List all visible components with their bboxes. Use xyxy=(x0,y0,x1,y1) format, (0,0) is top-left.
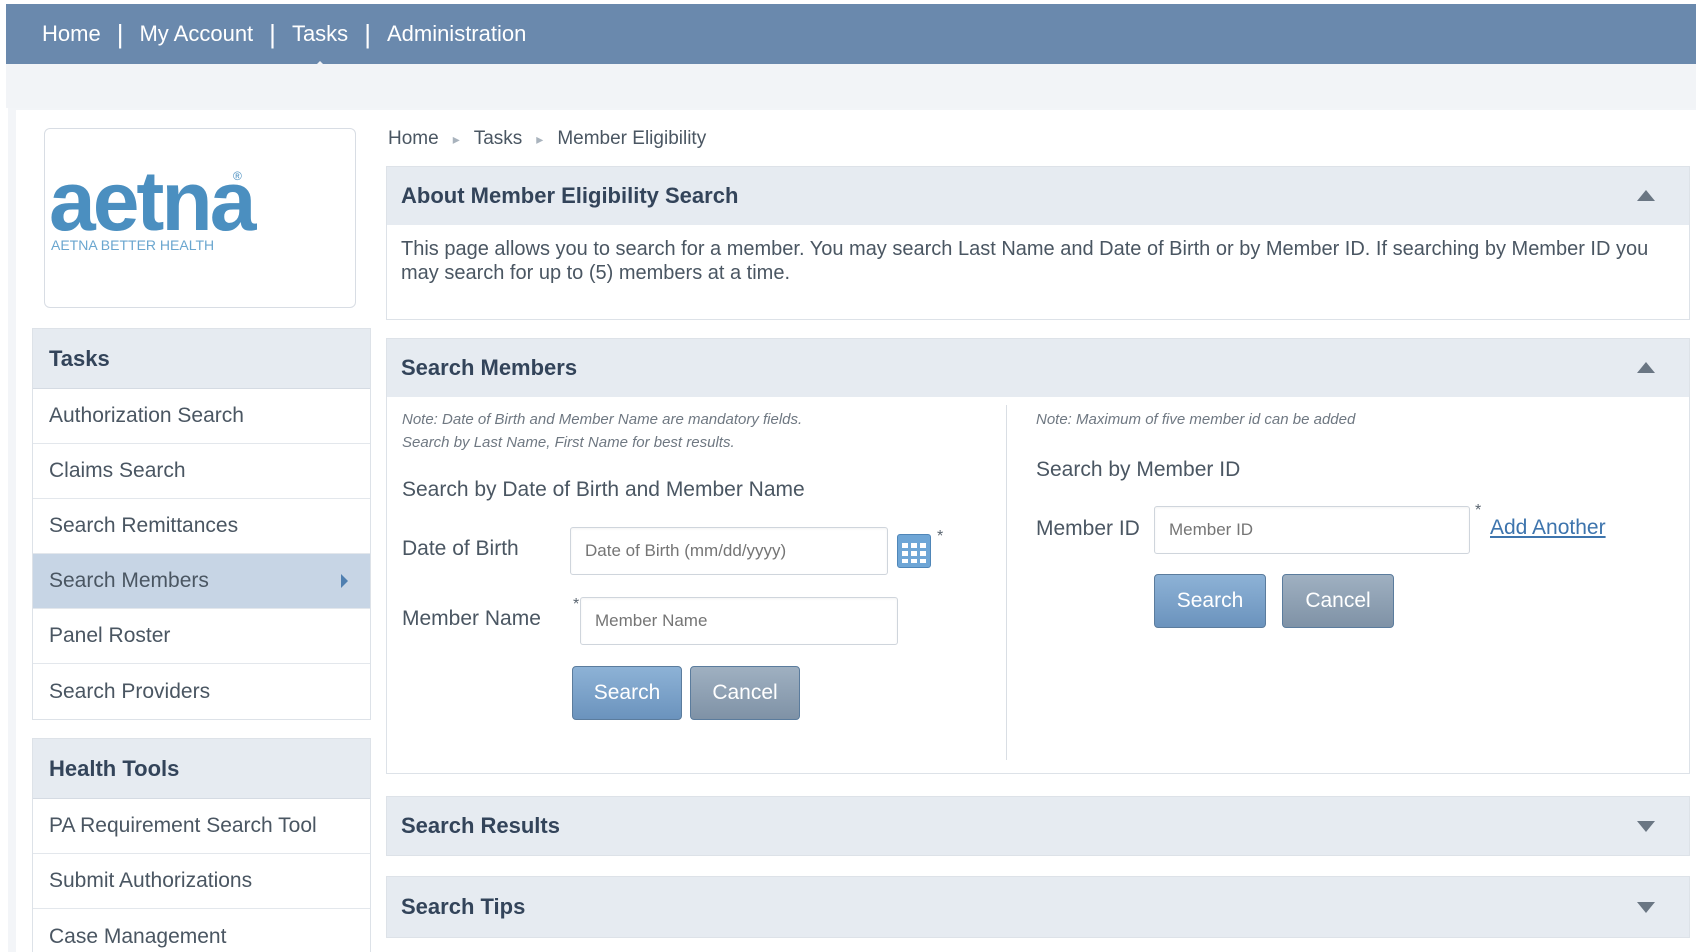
breadcrumb-separator-icon: ▸ xyxy=(452,130,460,147)
chevron-up-icon[interactable] xyxy=(1637,362,1655,373)
search-results-header[interactable]: Search Results xyxy=(387,797,1689,855)
logo-trademark: ® xyxy=(233,169,242,183)
search-members-header[interactable]: Search Members xyxy=(387,339,1689,397)
chevron-down-icon[interactable] xyxy=(1637,902,1655,913)
tasks-heading: Tasks xyxy=(33,329,370,389)
about-panel-title: About Member Eligibility Search xyxy=(401,183,739,208)
breadcrumb-separator-icon: ▸ xyxy=(536,130,544,147)
search-results-panel: Search Results xyxy=(386,796,1690,856)
sidebar-item-claims-search[interactable]: Claims Search xyxy=(33,444,370,499)
nav-my-account[interactable]: My Account xyxy=(129,21,263,47)
nav-separator: | xyxy=(364,18,371,49)
sidebar-item-label: Panel Roster xyxy=(49,624,171,647)
search-results-title: Search Results xyxy=(401,813,560,838)
sidebar-item-label: Search Providers xyxy=(49,679,211,703)
required-asterisk: * xyxy=(1475,502,1482,519)
aetna-logo: aetna ® AETNA BETTER HEALTH xyxy=(44,128,356,308)
sub-bar xyxy=(6,64,1696,108)
sidebar-item-label: PA Requirement Search Tool xyxy=(49,814,317,837)
search-members-title: Search Members xyxy=(401,355,578,380)
sidebar-item-authorization-search[interactable]: Authorization Search xyxy=(33,389,370,444)
sidebar-item-label: Search Remittances xyxy=(49,514,239,537)
search-tips-header[interactable]: Search Tips xyxy=(387,877,1689,937)
member-id-search-title: Search by Member ID xyxy=(1036,458,1241,481)
tasks-panel: Tasks Authorization Search Claims Search… xyxy=(32,328,371,720)
member-name-input[interactable] xyxy=(580,597,898,645)
add-another-link[interactable]: Add Another xyxy=(1490,516,1606,540)
logo-wordmark: aetna xyxy=(49,154,256,248)
breadcrumb-tasks[interactable]: Tasks xyxy=(474,128,523,150)
sidebar-item-label: Submit Authorizations xyxy=(49,869,253,892)
health-tools-heading: Health Tools xyxy=(33,739,370,799)
dob-input[interactable] xyxy=(570,527,888,575)
nav-separator: | xyxy=(269,18,276,49)
member-id-label: Member ID xyxy=(1036,517,1140,540)
sidebar-item-label: Authorization Search xyxy=(49,404,244,427)
required-asterisk: * xyxy=(573,596,580,613)
chevron-right-icon xyxy=(341,574,348,588)
sidebar-item-submit-authorizations[interactable]: Submit Authorizations xyxy=(33,854,370,909)
sidebar-item-label: Search Members xyxy=(49,569,209,592)
breadcrumb-home[interactable]: Home xyxy=(388,128,439,150)
breadcrumb: Home ▸ Tasks ▸ Member Eligibility xyxy=(388,128,706,150)
about-panel-header[interactable]: About Member Eligibility Search xyxy=(387,167,1689,225)
health-tools-panel: Health Tools PA Requirement Search Tool … xyxy=(32,738,371,952)
about-description: This page allows you to search for a mem… xyxy=(401,238,1649,284)
about-panel: About Member Eligibility Search This pag… xyxy=(386,166,1690,320)
member-name-label: Member Name xyxy=(402,607,541,630)
nav-tasks[interactable]: Tasks xyxy=(282,21,358,69)
chevron-down-icon[interactable] xyxy=(1637,821,1655,832)
dob-label: Date of Birth xyxy=(402,537,519,560)
nav-administration[interactable]: Administration xyxy=(377,21,536,47)
required-asterisk: * xyxy=(937,528,944,545)
note-line: Note: Date of Birth and Member Name are … xyxy=(402,411,803,428)
member-id-cancel-button[interactable]: Cancel xyxy=(1282,574,1394,628)
breadcrumb-current: Member Eligibility xyxy=(557,128,707,149)
sidebar-item-label: Claims Search xyxy=(49,459,186,482)
top-navigation: Home | My Account | Tasks | Administrati… xyxy=(6,4,1696,69)
member-id-input[interactable] xyxy=(1154,506,1470,554)
dob-search-button[interactable]: Search xyxy=(572,666,682,720)
sidebar-item-case-management[interactable]: Case Management xyxy=(33,909,370,952)
sidebar-item-search-members[interactable]: Search Members xyxy=(33,554,370,609)
dob-cancel-button[interactable]: Cancel xyxy=(690,666,800,720)
column-divider xyxy=(1006,405,1007,760)
sidebar-item-label: Case Management xyxy=(49,924,227,948)
calendar-icon[interactable] xyxy=(897,534,931,568)
mandatory-fields-note: Note: Date of Birth and Member Name are … xyxy=(402,408,802,454)
member-id-search-button[interactable]: Search xyxy=(1154,574,1266,628)
sidebar-item-search-providers[interactable]: Search Providers xyxy=(33,664,370,719)
member-id-limit-note: Note: Maximum of five member id can be a… xyxy=(1036,411,1356,428)
nav-home[interactable]: Home xyxy=(32,21,111,47)
note-line: Search by Last Name, First Name for best… xyxy=(402,434,735,451)
search-tips-title: Search Tips xyxy=(401,894,526,919)
logo-tagline: AETNA BETTER HEALTH xyxy=(51,237,215,253)
sidebar-item-panel-roster[interactable]: Panel Roster xyxy=(33,609,370,664)
nav-separator: | xyxy=(116,18,124,49)
dob-name-search-title: Search by Date of Birth and Member Name xyxy=(402,478,805,501)
chevron-up-icon[interactable] xyxy=(1637,190,1655,201)
search-tips-panel: Search Tips xyxy=(386,876,1690,938)
sidebar-item-pa-requirement-search-tool[interactable]: PA Requirement Search Tool xyxy=(33,799,370,854)
sidebar-item-search-remittances[interactable]: Search Remittances xyxy=(33,499,370,554)
